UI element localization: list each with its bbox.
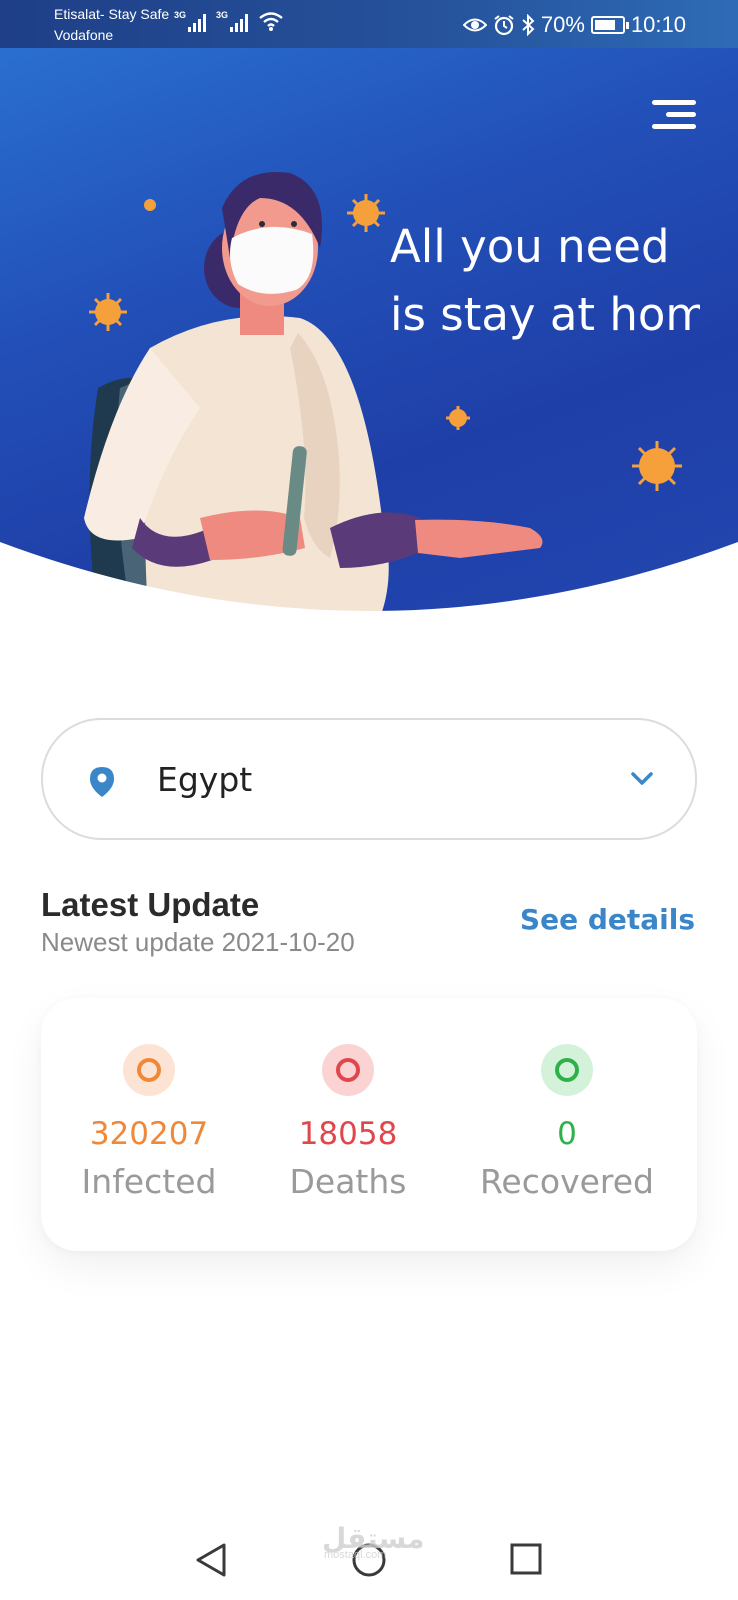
see-details-link[interactable]: See details: [520, 903, 695, 936]
hero-headline-line2: is stay at home: [390, 288, 700, 341]
clock: 10:10: [630, 12, 686, 37]
network-type-1: 3G: [174, 10, 187, 20]
country-value: Egypt: [157, 760, 253, 799]
right-status-group: 70% 10:10: [462, 12, 686, 38]
latest-update-title: Latest Update: [41, 886, 260, 923]
back-icon[interactable]: [194, 1542, 228, 1578]
stats-card: 320207 Infected 18058 Deaths 0 Recovered: [41, 998, 697, 1251]
deaths-indicator-icon: [322, 1044, 374, 1096]
hero-headline-line1: All you need: [390, 220, 670, 273]
signal-icon: [230, 14, 248, 32]
infected-indicator-icon: [123, 1044, 175, 1096]
stat-infected: 320207 Infected: [49, 998, 249, 1201]
battery-percent: 70%: [540, 12, 585, 37]
recovered-indicator-icon: [541, 1044, 593, 1096]
watermark: مستقل mostaql.com: [322, 1522, 424, 1561]
stat-recovered: 0 Recovered: [467, 998, 667, 1201]
location-pin-icon: [90, 767, 114, 797]
hamburger-menu-icon[interactable]: [648, 100, 696, 130]
carrier-primary: Etisalat- Stay Safe: [54, 6, 170, 22]
hero-banner: All you need is stay at home: [0, 48, 738, 638]
stat-deaths: 18058 Deaths: [248, 998, 448, 1201]
eye-icon: [462, 18, 487, 32]
chevron-down-icon[interactable]: [631, 772, 653, 786]
signal-icon: [188, 14, 206, 32]
infected-value: 320207: [89, 1116, 209, 1152]
latest-update-subtitle: Newest update 2021-10-20: [41, 927, 355, 957]
recovered-label: Recovered: [479, 1162, 654, 1201]
deaths-label: Deaths: [289, 1162, 407, 1201]
wifi-icon: [259, 12, 283, 31]
country-dropdown[interactable]: Egypt: [41, 718, 697, 840]
alarm-icon: [494, 15, 514, 36]
carrier-secondary: Vodafone: [54, 27, 114, 43]
status-bar: Etisalat- Stay Safe Vodafone 3G 3G 70% 1…: [0, 0, 738, 48]
recents-icon[interactable]: [509, 1542, 543, 1576]
infected-label: Infected: [81, 1162, 217, 1201]
recovered-value: 0: [557, 1116, 577, 1152]
hero-headline: All you need is stay at home: [390, 213, 700, 353]
deaths-value: 18058: [298, 1116, 398, 1152]
battery-charging-icon: [590, 16, 629, 34]
network-type-2: 3G: [216, 10, 229, 20]
bluetooth-icon: [522, 14, 535, 36]
